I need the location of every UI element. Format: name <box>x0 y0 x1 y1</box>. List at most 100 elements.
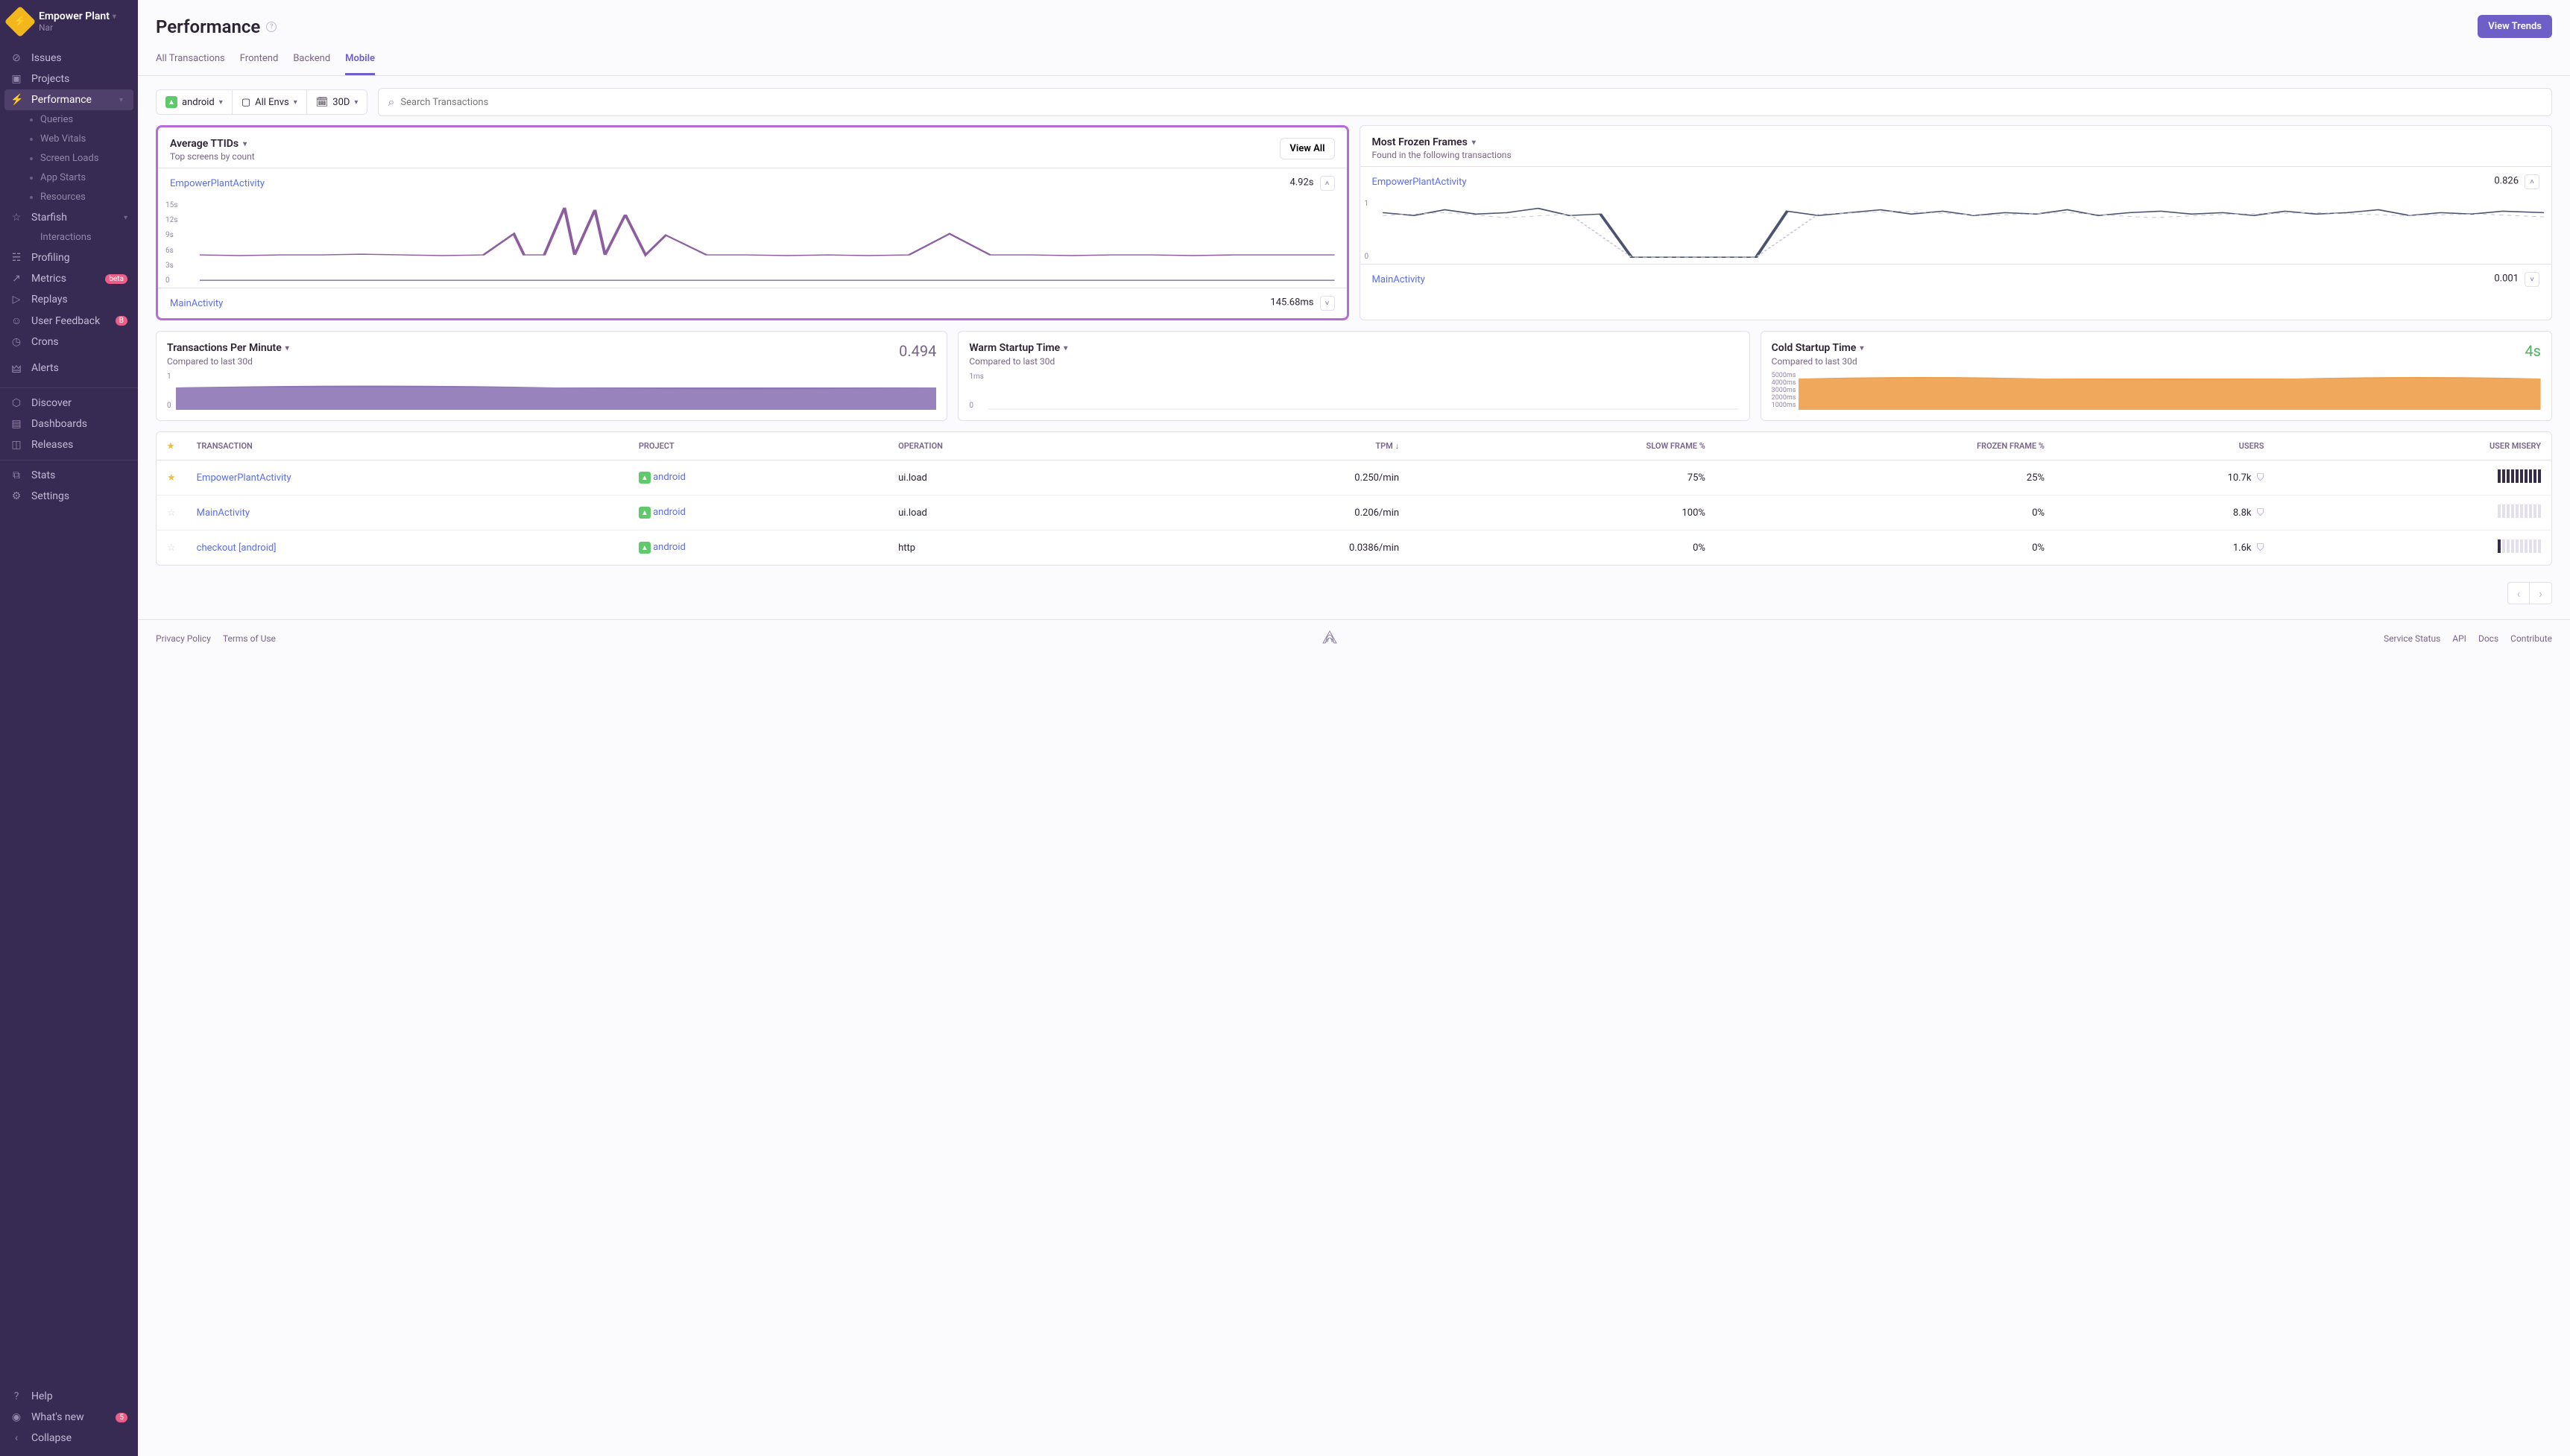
nav-resources[interactable]: Resources <box>0 188 138 207</box>
tab-mobile[interactable]: Mobile <box>345 44 375 75</box>
card-tpm: Transactions Per Minute▾ Compared to las… <box>156 331 947 421</box>
star-icon[interactable]: ☆ <box>167 507 176 519</box>
nav-alerts[interactable]: 🜲Alerts <box>0 352 138 383</box>
transaction-link[interactable]: EmpowerPlantActivity <box>170 178 265 189</box>
tpm-cell: 0.206/min <box>1138 496 1409 531</box>
privacy-link[interactable]: Privacy Policy <box>156 633 211 644</box>
panel-row-empowerplant: EmpowerPlantActivity 0.826˄ <box>1360 166 2552 197</box>
user-icon: ⛉ <box>2257 472 2264 484</box>
nav-projects[interactable]: ▣Projects <box>0 69 138 89</box>
col-frozen-frame[interactable]: Frozen Frame % <box>1716 432 2055 460</box>
transaction-link[interactable]: EmpowerPlantActivity <box>1372 177 1467 188</box>
star-icon[interactable]: ☆ <box>167 542 176 554</box>
nav-app-starts[interactable]: App Starts <box>0 168 138 188</box>
col-project[interactable]: Project <box>628 432 888 460</box>
misery-bars <box>2498 504 2541 518</box>
android-icon: ▲ <box>639 472 651 484</box>
nav-dashboards[interactable]: ▤Dashboards <box>0 414 138 434</box>
nav-issues[interactable]: ⊘Issues <box>0 48 138 69</box>
card-title[interactable]: Cold Startup Time▾ <box>1772 342 1864 354</box>
search-box[interactable]: ⌕ <box>378 88 2552 116</box>
nav-replays[interactable]: ▷Replays <box>0 289 138 310</box>
nav-releases[interactable]: ◫Releases <box>0 434 138 455</box>
org-switcher[interactable]: ⚡ Empower Plant ▾ Nar <box>0 0 138 43</box>
nav-interactions[interactable]: Interactions <box>0 228 138 247</box>
project-filter[interactable]: ▲android▾ <box>157 90 233 114</box>
page-footer: Privacy Policy Terms of Use Service Stat… <box>138 619 2570 656</box>
chevron-down-icon: ▾ <box>243 140 247 148</box>
nav-metrics[interactable]: ↗Metricsbeta <box>0 268 138 289</box>
view-trends-button[interactable]: View Trends <box>2478 15 2552 38</box>
project-link[interactable]: android <box>653 507 686 518</box>
nav-collapse[interactable]: ‹Collapse <box>0 1428 138 1449</box>
terms-link[interactable]: Terms of Use <box>223 633 276 644</box>
nav-web-vitals[interactable]: Web Vitals <box>0 130 138 149</box>
project-link[interactable]: android <box>653 472 686 483</box>
feedback-icon: ☺ <box>10 314 22 327</box>
col-transaction[interactable]: Transaction <box>186 432 628 460</box>
sentry-logo <box>1322 630 1337 646</box>
service-status-link[interactable]: Service Status <box>2384 633 2440 644</box>
nav-screen-loads[interactable]: Screen Loads <box>0 149 138 168</box>
collapse-button[interactable]: ˄ <box>2525 174 2539 189</box>
tab-all-transactions[interactable]: All Transactions <box>156 44 225 75</box>
sort-down-icon: ↓ <box>1395 441 1400 451</box>
nav-settings[interactable]: ⚙Settings <box>0 486 138 507</box>
col-tpm[interactable]: TPM ↓ <box>1138 432 1409 460</box>
period-filter[interactable]: 🗓30D▾ <box>307 90 367 114</box>
card-title[interactable]: Average TTIDs▾ <box>170 138 255 150</box>
nav-performance[interactable]: ⚡Performance▾ <box>4 89 133 110</box>
nav-queries[interactable]: Queries <box>0 110 138 130</box>
frozen-cell: 0% <box>1716 531 2055 566</box>
search-input[interactable] <box>400 97 2542 108</box>
col-operation[interactable]: Operation <box>888 432 1138 460</box>
info-icon[interactable]: ? <box>266 22 277 32</box>
tab-frontend[interactable]: Frontend <box>240 44 279 75</box>
star-icon[interactable]: ★ <box>167 472 176 484</box>
next-page-button[interactable]: › <box>2530 582 2552 604</box>
card-title[interactable]: Transactions Per Minute▾ <box>167 342 289 354</box>
star-icon[interactable]: ★ <box>167 441 174 451</box>
view-all-button[interactable]: View All <box>1280 138 1334 159</box>
card-title[interactable]: Warm Startup Time▾ <box>969 342 1067 354</box>
discover-icon: ⬡ <box>10 397 22 409</box>
nav-crons[interactable]: ◷Crons <box>0 332 138 352</box>
transaction-link[interactable]: EmpowerPlantActivity <box>197 472 291 484</box>
filter-bar: ▲android▾ ▢All Envs▾ 🗓30D▾ <box>156 89 367 115</box>
count-badge: 5 <box>116 1413 127 1422</box>
col-users[interactable]: Users <box>2055 432 2274 460</box>
docs-link[interactable]: Docs <box>2478 633 2498 644</box>
nav-stats[interactable]: ⧉Stats <box>0 465 138 486</box>
user-icon: ⛉ <box>2257 507 2264 519</box>
panel-row-mainactivity: MainActivity 145.68ms˅ <box>158 288 1347 318</box>
nav-whats-new[interactable]: ◉What's new5 <box>0 1407 138 1428</box>
prev-page-button[interactable]: ‹ <box>2507 582 2530 604</box>
nav-help[interactable]: ?Help <box>0 1386 138 1407</box>
warm-chart <box>988 373 1739 410</box>
card-cold-startup: Cold Startup Time▾ Compared to last 30d … <box>1761 331 2552 421</box>
nav-user-feedback[interactable]: ☺User FeedbackB <box>0 310 138 332</box>
transaction-link[interactable]: checkout [android] <box>197 542 277 554</box>
transaction-link[interactable]: MainActivity <box>1372 274 1425 285</box>
project-link[interactable]: android <box>653 542 686 553</box>
collapse-button[interactable]: ˄ <box>1320 176 1335 191</box>
nav-starfish[interactable]: ☆Starfish▾ <box>0 207 138 228</box>
api-link[interactable]: API <box>2452 633 2466 644</box>
profiling-icon: ☵ <box>10 252 22 264</box>
contribute-link[interactable]: Contribute <box>2510 633 2552 644</box>
col-user-misery[interactable]: User Misery <box>2275 432 2552 460</box>
slow-cell: 75% <box>1409 460 1716 496</box>
col-slow-frame[interactable]: Slow Frame % <box>1409 432 1716 460</box>
tab-backend[interactable]: Backend <box>293 44 330 75</box>
env-filter[interactable]: ▢All Envs▾ <box>233 90 307 114</box>
card-title[interactable]: Most Frozen Frames▾ <box>1372 136 1512 148</box>
dashboards-icon: ▤ <box>10 418 22 430</box>
transaction-link[interactable]: MainActivity <box>197 507 250 519</box>
transaction-link[interactable]: MainActivity <box>170 298 223 309</box>
nav-discover[interactable]: ⬡Discover <box>0 393 138 414</box>
chevron-down-icon: ▾ <box>294 98 297 107</box>
nav-profiling[interactable]: ☵Profiling <box>0 247 138 268</box>
expand-button[interactable]: ˅ <box>2525 272 2539 287</box>
expand-button[interactable]: ˅ <box>1320 296 1335 311</box>
table-row: ☆checkout [android]▲ androidhttp0.0386/m… <box>157 531 2551 566</box>
